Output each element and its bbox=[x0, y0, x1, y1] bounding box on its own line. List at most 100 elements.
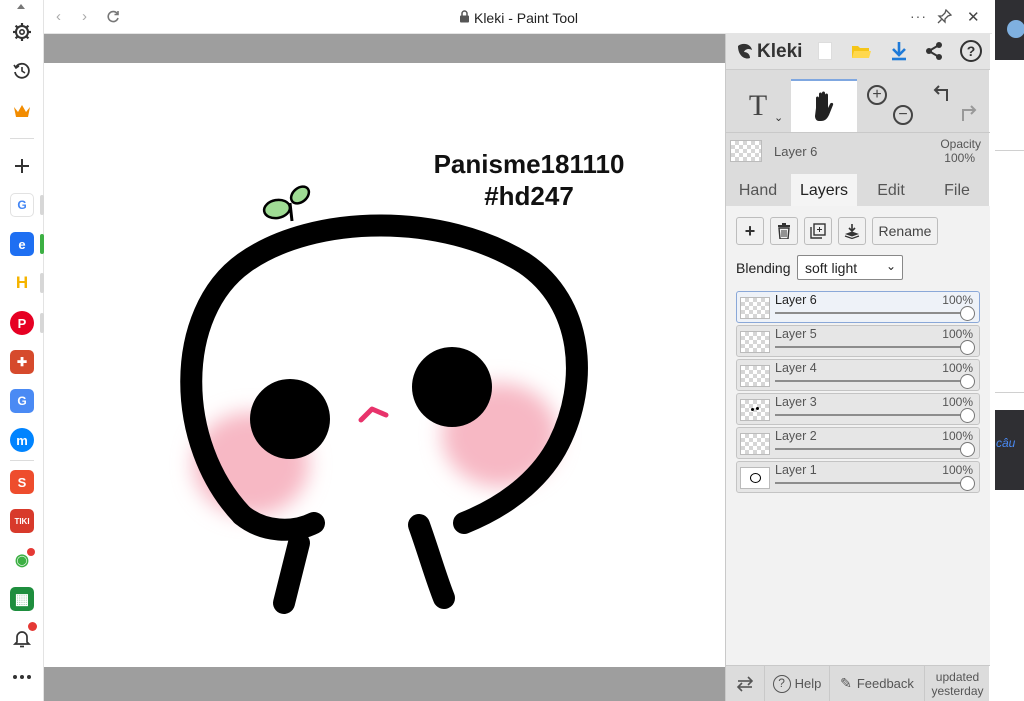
right-leg bbox=[408, 514, 455, 609]
kleki-logo-text[interactable]: Kleki bbox=[757, 41, 802, 63]
updated-line1: updated bbox=[935, 669, 980, 684]
background-avatar bbox=[1007, 20, 1024, 38]
opacity-label: Opacity bbox=[940, 137, 981, 151]
sidebar-divider bbox=[10, 460, 34, 461]
layer-opacity-knob[interactable] bbox=[960, 340, 975, 355]
open-folder-icon[interactable] bbox=[851, 43, 871, 65]
hand-icon bbox=[815, 91, 834, 121]
layer-opacity-knob[interactable] bbox=[960, 408, 975, 423]
layer-opacity-knob[interactable] bbox=[960, 476, 975, 491]
gear-icon[interactable] bbox=[8, 18, 36, 46]
layer-opacity: 100% bbox=[942, 395, 973, 409]
swap-icon bbox=[736, 675, 754, 692]
scroll-up-icon[interactable] bbox=[17, 4, 25, 9]
blue-extension-icon[interactable]: e bbox=[10, 232, 34, 256]
layer-opacity-knob[interactable] bbox=[960, 442, 975, 457]
close-icon[interactable]: ✕ bbox=[967, 8, 980, 26]
plus-icon: + bbox=[744, 220, 756, 241]
thumbnail-dot bbox=[751, 408, 754, 411]
layer-opacity-slider[interactable] bbox=[775, 448, 967, 450]
panel-topbar: Kleki ? bbox=[726, 34, 990, 70]
layer-opacity: 100% bbox=[942, 429, 973, 443]
undo-icon[interactable] bbox=[933, 85, 953, 103]
chevron-down-icon: ⌄ bbox=[885, 259, 896, 273]
tab-edit[interactable]: Edit bbox=[858, 174, 924, 207]
ellipsis-icon[interactable]: ··· bbox=[910, 8, 927, 24]
history-icon[interactable] bbox=[8, 57, 36, 85]
popup-titlebar: ‹ › Kleki - Paint Tool ··· ✕ bbox=[44, 0, 992, 34]
new-file-icon[interactable] bbox=[818, 42, 832, 60]
layer-row[interactable]: Layer 2 100% bbox=[736, 427, 980, 459]
layer-opacity: 100% bbox=[942, 293, 973, 307]
layer-opacity-slider[interactable] bbox=[775, 414, 967, 416]
plus-icon[interactable] bbox=[8, 152, 36, 180]
shopee-icon[interactable]: S bbox=[10, 470, 34, 494]
zoom-in-icon[interactable]: + bbox=[867, 85, 887, 105]
sheet-extension-icon[interactable]: ▦ bbox=[10, 587, 34, 611]
background-divider bbox=[995, 150, 1024, 151]
h-extension-icon[interactable]: H bbox=[10, 271, 34, 295]
help-button[interactable]: ? Help bbox=[764, 666, 829, 701]
sidebar-divider bbox=[10, 138, 34, 139]
tiki-icon[interactable]: TIKI bbox=[10, 509, 34, 533]
delete-layer-button[interactable] bbox=[770, 217, 798, 245]
layer-name: Layer 5 bbox=[775, 327, 817, 341]
pin-icon[interactable] bbox=[937, 8, 953, 29]
layer-thumbnail bbox=[740, 467, 770, 489]
layer-row[interactable]: Layer 3 100% bbox=[736, 393, 980, 425]
tab-layers[interactable]: Layers bbox=[791, 174, 857, 207]
shield-extension-icon[interactable]: ✚ bbox=[10, 350, 34, 374]
more-icon[interactable] bbox=[8, 663, 36, 691]
layer-opacity-knob[interactable] bbox=[960, 374, 975, 389]
duplicate-layer-button[interactable] bbox=[804, 217, 832, 245]
window-title-text: Kleki - Paint Tool bbox=[473, 10, 578, 26]
kleki-logo-icon[interactable] bbox=[735, 42, 755, 67]
layer-opacity-knob[interactable] bbox=[960, 306, 975, 321]
tab-hand[interactable]: Hand bbox=[726, 174, 790, 207]
help-icon[interactable]: ? bbox=[960, 40, 982, 62]
hand-tool-button[interactable] bbox=[791, 79, 857, 132]
canvas-area[interactable]: Panisme181110 #hd247 bbox=[44, 34, 725, 701]
text-tool-button[interactable]: T ⌄ bbox=[726, 79, 790, 132]
background-divider bbox=[995, 392, 1024, 393]
updated-info[interactable]: updated yesterday bbox=[924, 666, 990, 701]
pinterest-icon[interactable]: P bbox=[10, 311, 34, 335]
feedback-button[interactable]: ✎ Feedback bbox=[829, 666, 924, 701]
share-icon[interactable] bbox=[924, 41, 944, 66]
feedback-label: Feedback bbox=[856, 676, 914, 691]
current-layer-name: Layer 6 bbox=[774, 144, 818, 159]
rename-layer-button[interactable]: Rename bbox=[872, 217, 938, 245]
layer-opacity-slider[interactable] bbox=[775, 312, 967, 314]
notification-dot bbox=[27, 548, 35, 556]
left-leg bbox=[273, 532, 310, 614]
google-app-icon[interactable]: G bbox=[10, 193, 34, 217]
translate-icon[interactable]: G bbox=[10, 389, 34, 413]
layer-opacity: 100% bbox=[942, 327, 973, 341]
layer-opacity-slider[interactable] bbox=[775, 482, 967, 484]
download-icon[interactable] bbox=[890, 41, 908, 66]
undo-redo-controls bbox=[923, 79, 989, 132]
blending-select[interactable]: soft light ⌄ bbox=[797, 255, 903, 280]
layer-row[interactable]: Layer 4 100% bbox=[736, 359, 980, 391]
layer-row[interactable]: Layer 6 100% bbox=[736, 291, 980, 323]
help-label: Help bbox=[794, 676, 822, 691]
messenger-icon[interactable]: m bbox=[10, 428, 34, 452]
merge-layer-button[interactable] bbox=[838, 217, 866, 245]
layer-name: Layer 6 bbox=[775, 293, 817, 307]
layer-opacity: 100% bbox=[942, 463, 973, 477]
layer-opacity-slider[interactable] bbox=[775, 346, 967, 348]
layer-thumbnail bbox=[740, 331, 770, 353]
mouth bbox=[358, 406, 389, 423]
layer-row[interactable]: Layer 5 100% bbox=[736, 325, 980, 357]
chevron-down-icon[interactable]: ⌄ bbox=[774, 111, 783, 124]
swap-side-button[interactable] bbox=[726, 666, 764, 701]
zoom-out-icon[interactable]: − bbox=[893, 105, 913, 125]
redo-icon[interactable] bbox=[957, 105, 977, 123]
layer-row[interactable]: Layer 1 100% bbox=[736, 461, 980, 493]
layer-opacity-slider[interactable] bbox=[775, 380, 967, 382]
canvas-text-line2: #hd247 bbox=[484, 181, 574, 211]
add-layer-button[interactable]: + bbox=[736, 217, 764, 245]
tab-file[interactable]: File bbox=[924, 174, 990, 207]
drawing-canvas[interactable]: Panisme181110 #hd247 bbox=[44, 63, 725, 667]
crown-icon[interactable] bbox=[8, 97, 36, 125]
